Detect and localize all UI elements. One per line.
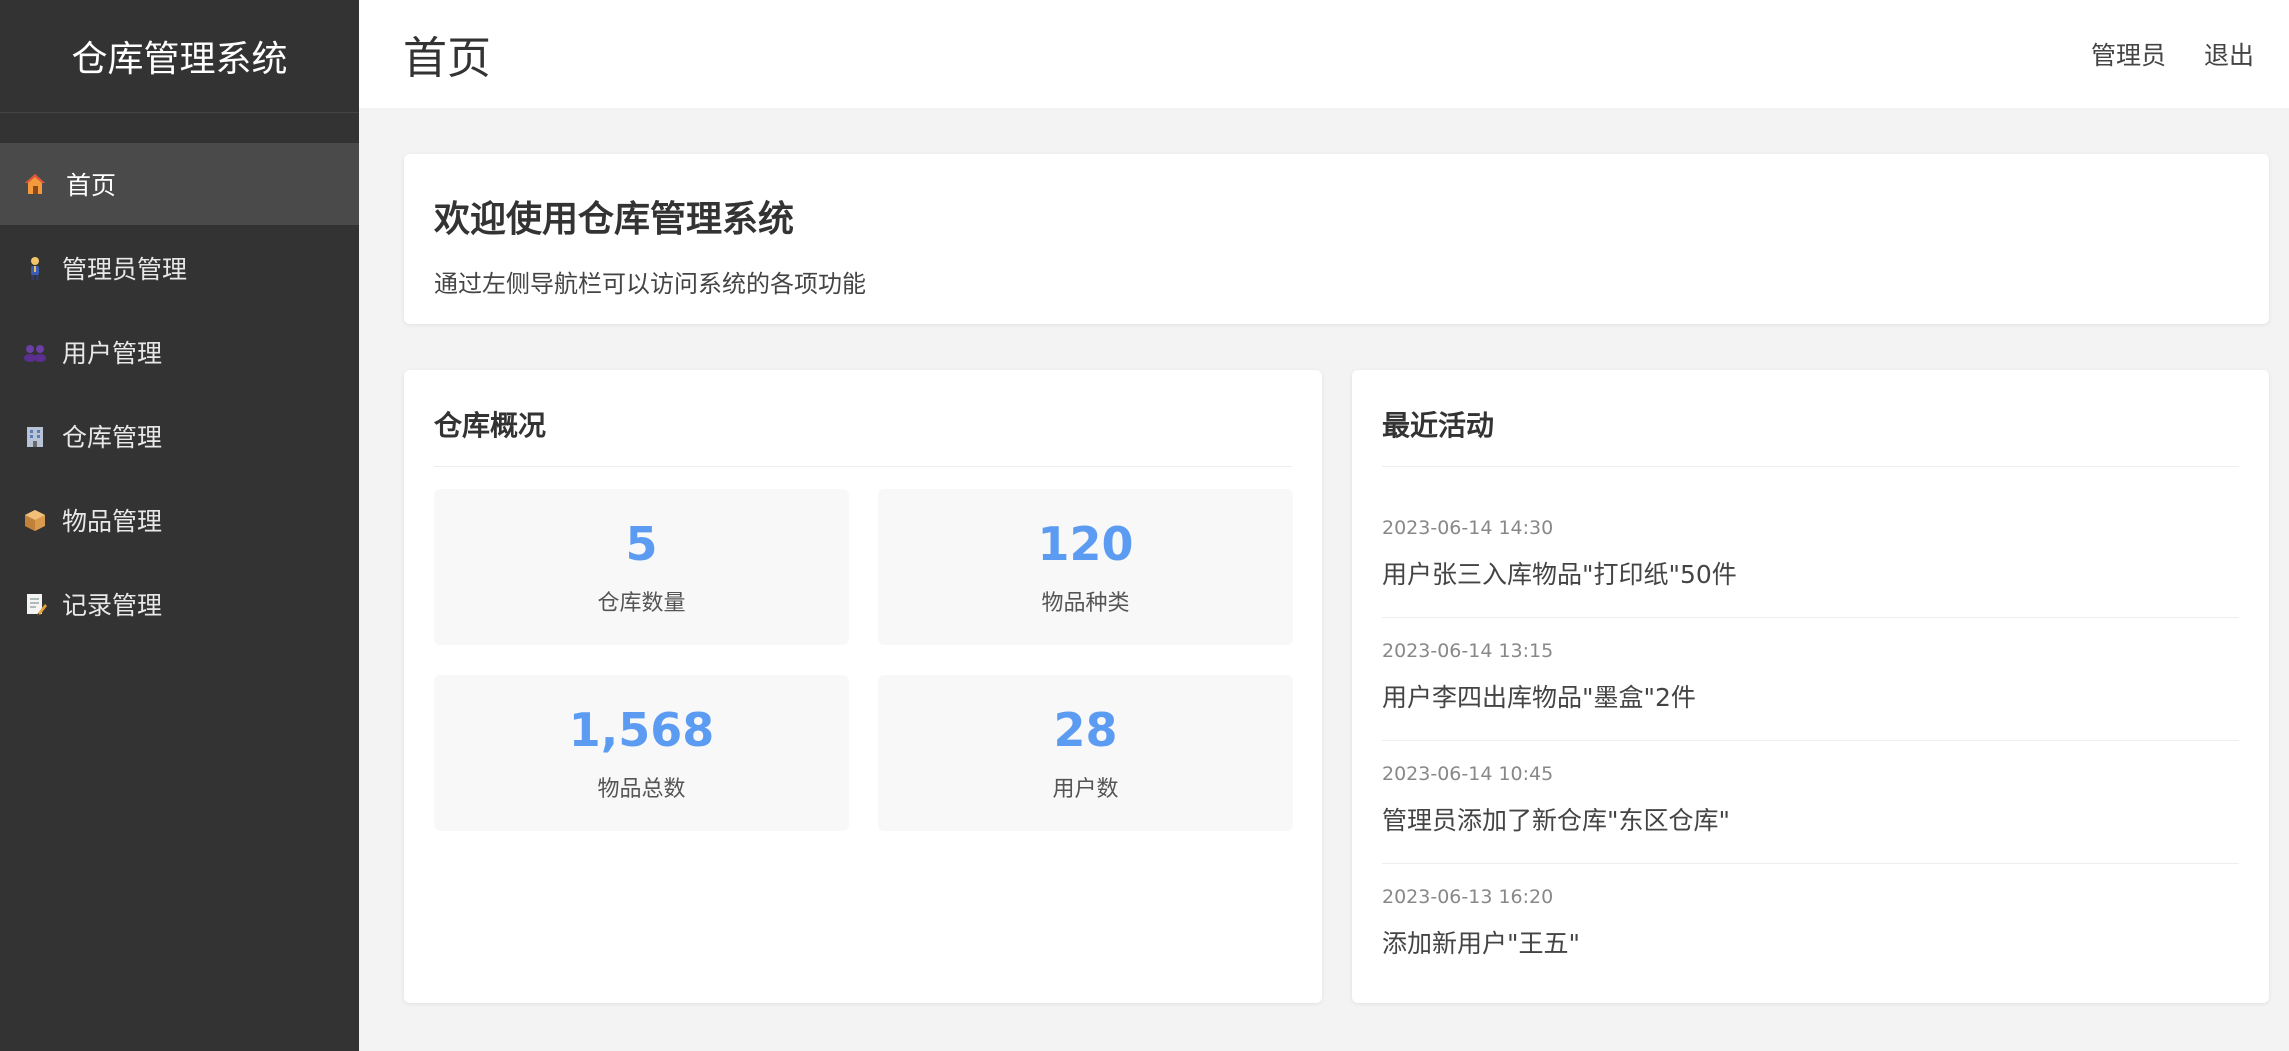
stat-warehouse-count: 5 仓库数量 (434, 489, 849, 645)
activity-card: 最近活动 2023-06-14 14:30 用户张三入库物品"打印纸"50件 2… (1352, 370, 2269, 1003)
person-icon (20, 253, 50, 283)
page-title: 首页 (403, 33, 491, 84)
house-icon (20, 169, 50, 199)
activity-title: 最近活动 (1382, 404, 2239, 467)
stat-value: 5 (625, 517, 658, 571)
activity-item: 2023-06-13 16:20 添加新用户"王五" (1382, 864, 2239, 987)
stat-label: 仓库数量 (597, 591, 686, 616)
activity-time: 2023-06-14 13:15 (1382, 640, 1554, 662)
sidebar-item-label: 物品管理 (62, 507, 163, 536)
activity-text: 添加新用户"王五" (1382, 929, 1580, 958)
memo-icon (20, 589, 50, 619)
activity-time: 2023-06-14 14:30 (1382, 517, 1554, 539)
logout-link[interactable]: 退出 (2204, 36, 2254, 72)
activity-time: 2023-06-14 10:45 (1382, 763, 1554, 785)
header-actions: 管理员 退出 (2091, 36, 2254, 72)
overview-card: 仓库概况 5 仓库数量 120 物品种类 1,568 物品总数 28 用户数 (404, 370, 1322, 1003)
activity-item: 2023-06-14 10:45 管理员添加了新仓库"东区仓库" (1382, 741, 2239, 864)
sidebar-item-label: 仓库管理 (62, 423, 163, 452)
app-brand: 仓库管理系统 (0, 0, 359, 113)
sidebar-item-admin[interactable]: 管理员管理 (0, 227, 359, 309)
activity-item: 2023-06-14 14:30 用户张三入库物品"打印纸"50件 (1382, 495, 2239, 618)
activity-list: 2023-06-14 14:30 用户张三入库物品"打印纸"50件 2023-0… (1382, 495, 2239, 987)
stat-value: 28 (1053, 703, 1118, 757)
overview-title: 仓库概况 (434, 404, 1292, 467)
activity-item: 2023-06-14 13:15 用户李四出库物品"墨盒"2件 (1382, 618, 2239, 741)
activity-text: 管理员添加了新仓库"东区仓库" (1382, 806, 1730, 835)
stat-value: 120 (1037, 517, 1134, 571)
sidebar: 仓库管理系统 首页 管理员管理 用户管理 仓库管理 物品管理 记录管理 (0, 0, 359, 1051)
stat-item-total: 1,568 物品总数 (434, 675, 849, 831)
sidebar-nav: 首页 管理员管理 用户管理 仓库管理 物品管理 记录管理 (0, 143, 359, 645)
activity-text: 用户张三入库物品"打印纸"50件 (1382, 560, 1737, 589)
stat-user-count: 28 用户数 (878, 675, 1293, 831)
sidebar-item-items[interactable]: 物品管理 (0, 479, 359, 561)
sidebar-item-warehouse[interactable]: 仓库管理 (0, 395, 359, 477)
sidebar-item-users[interactable]: 用户管理 (0, 311, 359, 393)
welcome-title: 欢迎使用仓库管理系统 (434, 199, 795, 240)
stat-label: 用户数 (1052, 777, 1119, 802)
sidebar-item-label: 管理员管理 (62, 255, 188, 284)
sidebar-item-label: 记录管理 (62, 591, 163, 620)
package-icon (20, 505, 50, 535)
welcome-card: 欢迎使用仓库管理系统 通过左侧导航栏可以访问系统的各项功能 (404, 154, 2269, 324)
top-bar: 首页 管理员 退出 (359, 0, 2289, 108)
stat-item-types: 120 物品种类 (878, 489, 1293, 645)
sidebar-item-label: 首页 (66, 171, 117, 200)
user-menu-link[interactable]: 管理员 (2091, 36, 2166, 72)
stat-value: 1,568 (568, 703, 715, 757)
stats-grid: 5 仓库数量 120 物品种类 1,568 物品总数 28 用户数 (434, 489, 1293, 831)
sidebar-item-home[interactable]: 首页 (0, 143, 359, 225)
sidebar-item-records[interactable]: 记录管理 (0, 563, 359, 645)
welcome-subtitle: 通过左侧导航栏可以访问系统的各项功能 (434, 270, 866, 298)
activity-text: 用户李四出库物品"墨盒"2件 (1382, 683, 1696, 712)
stat-label: 物品种类 (1041, 591, 1130, 616)
sidebar-item-label: 用户管理 (62, 339, 163, 368)
stat-label: 物品总数 (597, 777, 686, 802)
users-icon (20, 337, 50, 367)
building-icon (20, 421, 50, 451)
activity-time: 2023-06-13 16:20 (1382, 886, 1554, 908)
